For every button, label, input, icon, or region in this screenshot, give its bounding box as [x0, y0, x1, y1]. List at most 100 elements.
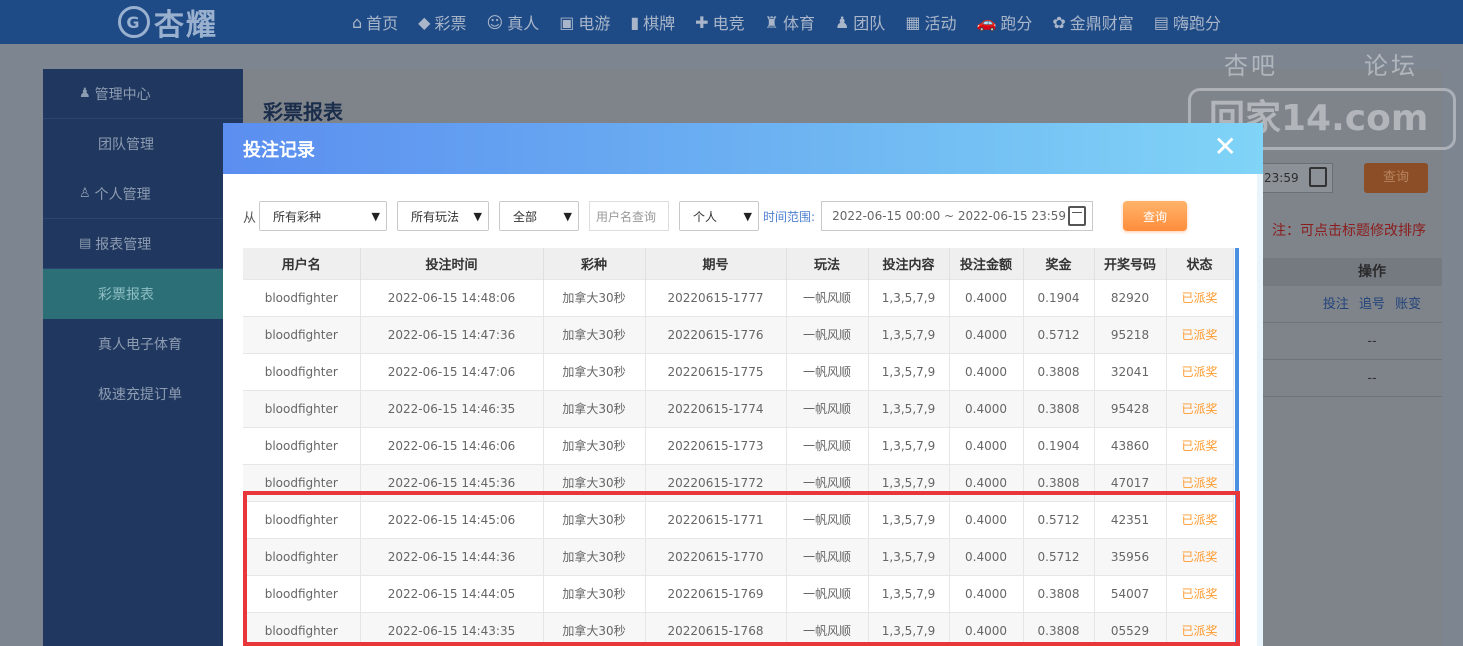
team-icon: ♟	[834, 12, 850, 32]
lottery-select[interactable]: 所有彩种 ▼	[259, 201, 388, 231]
top-navbar: G 杏耀 ⌂ 首页 ◆ 彩票 ☺ 真人 ▣ 电游 ▮ 棋牌 ✚ 电竞 ♜ 体育 ♟ 团队 ▦ 活动 🚗 跑分 ✿ 金鼎财富…	[0, 0, 1463, 44]
search-button[interactable]: 查询	[1123, 201, 1188, 231]
column-header[interactable]: 玩法	[786, 248, 869, 279]
table-cell: 42351	[1094, 500, 1167, 538]
column-header[interactable]: 状态	[1166, 248, 1234, 279]
table-cell: 47017	[1094, 463, 1167, 501]
nav-item-7[interactable]: ♟ 团队	[835, 10, 885, 34]
main-nav: ⌂ 首页 ◆ 彩票 ☺ 真人 ▣ 电游 ▮ 棋牌 ✚ 电竞 ♜ 体育 ♟ 团队 ▦ 活动 🚗 跑分 ✿ 金鼎财富 ▤ 嗨跑分	[352, 0, 1241, 44]
table-cell: 0.4000	[949, 352, 1024, 390]
column-header[interactable]: 用户名	[243, 248, 361, 279]
sidebar-item-label: 报表管理	[95, 236, 152, 253]
nav-item-label: 体育	[782, 14, 815, 33]
table-cell: 0.5712	[1023, 315, 1095, 353]
table-cell: 2022-06-15 14:46:06	[360, 426, 544, 464]
close-icon[interactable]: ✕	[1214, 133, 1237, 161]
table-cell: 一帆风顺	[786, 278, 869, 316]
table-cell: 2022-06-15 14:45:36	[360, 463, 544, 501]
sidebar-item-1[interactable]: 团队管理	[43, 119, 243, 169]
cards-icon: ▮	[630, 12, 640, 32]
table-cell: 0.3808	[1023, 463, 1095, 501]
sidebar-item-5[interactable]: 真人电子体育	[43, 319, 243, 369]
sidebar-item-6[interactable]: 极速充提订单	[43, 369, 243, 419]
bg-date-input[interactable]: 23:59	[1259, 163, 1333, 193]
nav-item-label: 跑分	[1000, 14, 1033, 33]
sidebar-item-0[interactable]: ♟ 管理中心	[43, 69, 243, 119]
nav-item-2[interactable]: ☺ 真人	[487, 10, 540, 34]
balance-link[interactable]: 账变	[1395, 297, 1421, 312]
chevron-down-icon: ▼	[743, 210, 753, 223]
bet-link[interactable]: 投注	[1323, 297, 1349, 312]
column-header[interactable]: 投注金额	[949, 248, 1024, 279]
money-icon: ✿	[1052, 12, 1066, 32]
sidebar-item-4[interactable]: 彩票报表	[43, 269, 243, 319]
date-range-input[interactable]: 2022-06-15 00:00 ~ 2022-06-15 23:59	[821, 201, 1094, 231]
column-header[interactable]: 投注时间	[360, 248, 544, 279]
table-cell: bloodfighter	[243, 278, 361, 316]
bet-record-modal: 投注记录 ✕ 从 所有彩种 ▼ 所有玩法 ▼ 全部 ▼ 用户名查询 个人 ▼ 时…	[223, 123, 1263, 646]
table-cell: 1,3,5,7,9	[868, 352, 950, 390]
table-cell: 一帆风顺	[786, 537, 869, 575]
status-select[interactable]: 全部 ▼	[499, 201, 580, 231]
bg-search-button[interactable]: 查询	[1364, 163, 1428, 193]
table-cell: 已派奖	[1166, 426, 1234, 464]
column-header[interactable]: 奖金	[1023, 248, 1095, 279]
table-cell: 加拿大30秒	[543, 315, 646, 353]
table-cell: 加拿大30秒	[543, 611, 646, 646]
table-cell: 20220615-1777	[645, 278, 787, 316]
nav-item-3[interactable]: ▣ 电游	[559, 10, 610, 34]
table-scrollbar[interactable]	[1235, 248, 1239, 646]
column-header[interactable]: 彩种	[543, 248, 646, 279]
table-cell: 已派奖	[1166, 500, 1234, 538]
nav-item-10[interactable]: ✿ 金鼎财富	[1052, 10, 1133, 34]
table-row: bloodfighter 2022-06-15 14:43:35 加拿大30秒 202…	[243, 611, 1234, 646]
sidebar-item-3[interactable]: ▤ 报表管理	[43, 219, 243, 269]
table-row: bloodfighter 2022-06-15 14:46:35 加拿大30秒 202…	[243, 389, 1234, 427]
nav-item-8[interactable]: ▦ 活动	[905, 10, 956, 34]
chase-link[interactable]: 追号	[1359, 297, 1385, 312]
table-cell: bloodfighter	[243, 352, 361, 390]
table-cell: 2022-06-15 14:46:35	[360, 389, 544, 427]
column-header[interactable]: 期号	[645, 248, 787, 279]
nav-item-5[interactable]: ✚ 电竞	[695, 10, 744, 34]
nav-item-0[interactable]: ⌂ 首页	[352, 10, 398, 34]
table-cell: 20220615-1770	[645, 537, 787, 575]
table-cell: 已派奖	[1166, 574, 1234, 612]
table-row: bloodfighter 2022-06-15 14:44:36 加拿大30秒 202…	[243, 537, 1234, 575]
table-cell: bloodfighter	[243, 611, 361, 646]
table-cell: bloodfighter	[243, 574, 361, 612]
column-header[interactable]: 投注内容	[868, 248, 950, 279]
table-cell: 已派奖	[1166, 611, 1234, 646]
nav-item-9[interactable]: 🚗 跑分	[976, 10, 1032, 34]
nav-item-label: 棋牌	[643, 14, 676, 33]
play-select[interactable]: 所有玩法 ▼	[397, 201, 490, 231]
lottery-select-value: 所有彩种	[273, 209, 322, 224]
table-cell: 一帆风顺	[786, 500, 869, 538]
sidebar-item-label: 团队管理	[98, 137, 154, 153]
table-cell: 1,3,5,7,9	[868, 463, 950, 501]
scope-select[interactable]: 个人 ▼	[679, 201, 760, 231]
sidebar-item-2[interactable]: ♙ 个人管理	[43, 169, 243, 219]
sidebar-item-label: 个人管理	[94, 186, 151, 203]
gamepad-icon: ✚	[695, 12, 709, 32]
nav-item-4[interactable]: ▮ 棋牌	[630, 10, 675, 34]
table-body: bloodfighter 2022-06-15 14:48:06 加拿大30秒 202…	[243, 278, 1234, 646]
table-row: bloodfighter 2022-06-15 14:48:06 加拿大30秒 202…	[243, 278, 1234, 316]
sidebar-item-label: 真人电子体育	[98, 337, 182, 353]
table-cell: 已派奖	[1166, 463, 1234, 501]
nav-item-6[interactable]: ♜ 体育	[765, 10, 815, 34]
home-icon: ⌂	[352, 12, 363, 32]
column-header[interactable]: 开奖号码	[1094, 248, 1167, 279]
nav-item-1[interactable]: ◆ 彩票	[418, 10, 466, 34]
table-cell: 加拿大30秒	[543, 389, 646, 427]
table-cell: 1,3,5,7,9	[868, 426, 950, 464]
username-input[interactable]: 用户名查询	[589, 201, 670, 231]
site-logo[interactable]: G 杏耀	[118, 2, 218, 43]
sidebar: ♟ 管理中心团队管理 ♙ 个人管理 ▤ 报表管理 彩票报表真人电子体育极速充提订单	[43, 69, 243, 646]
range-label: 时间范围:	[763, 209, 816, 224]
table-cell: 0.4000	[949, 574, 1024, 612]
table-cell: 加拿大30秒	[543, 352, 646, 390]
table-cell: 加拿大30秒	[543, 463, 646, 501]
watermark-left: 杏吧	[1224, 52, 1278, 80]
nav-item-11[interactable]: ▤ 嗨跑分	[1154, 10, 1221, 34]
